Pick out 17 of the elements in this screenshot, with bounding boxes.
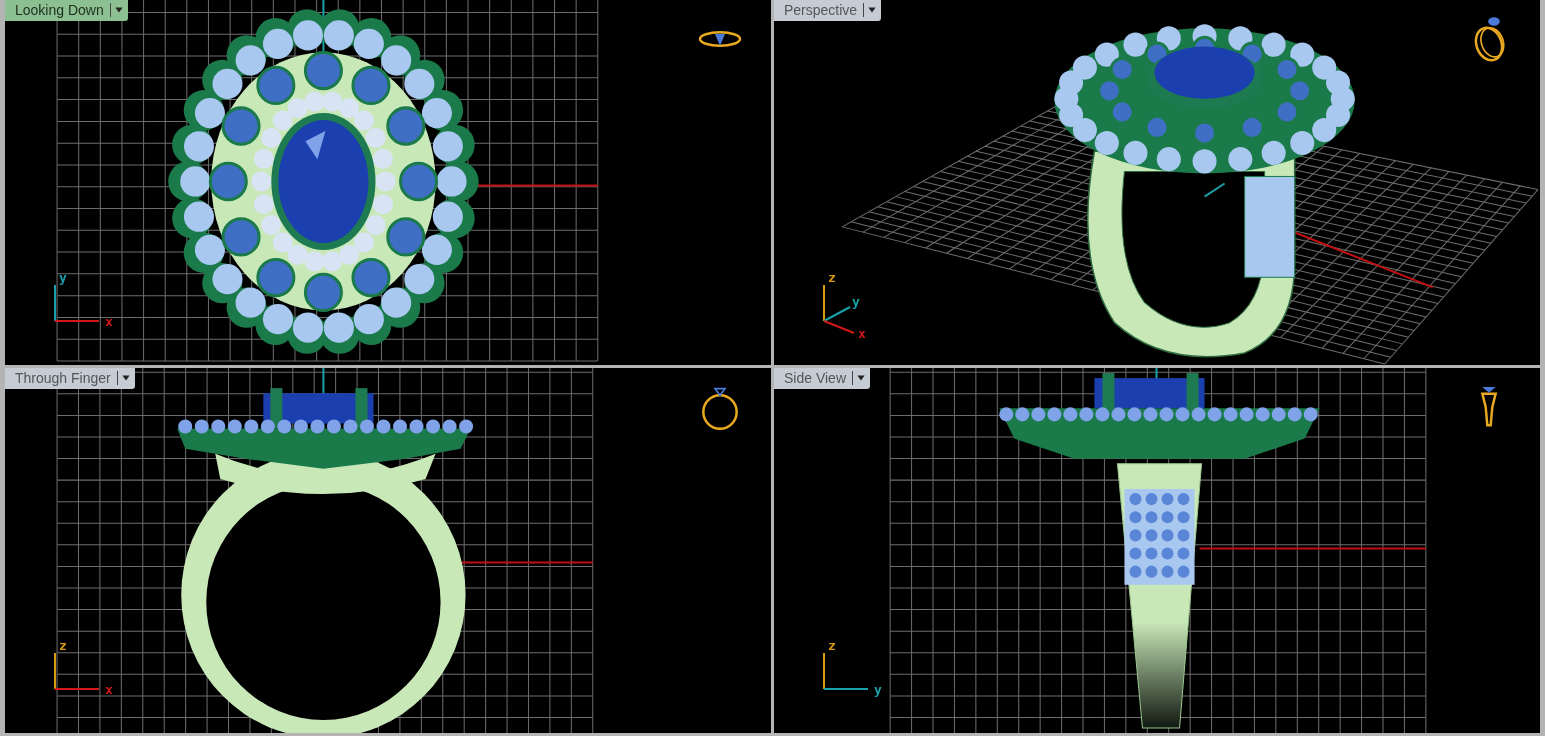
viewport-tab[interactable]: Through Finger (5, 368, 135, 389)
axis-label: y (852, 295, 860, 309)
axis-label: z (828, 639, 836, 653)
axis-label: x (105, 315, 113, 329)
viewport[interactable]: Side View z y (774, 368, 1540, 733)
viewport[interactable]: Perspective z y x (774, 0, 1540, 365)
viewport-tab[interactable]: Side View (774, 368, 870, 389)
axis-label: x (105, 683, 113, 697)
viewport-tab[interactable]: Perspective (774, 0, 882, 21)
axis-label: z (828, 271, 836, 285)
axis-label: y (874, 683, 882, 697)
axis-label: y (59, 271, 67, 285)
viewport-tab[interactable]: Looking Down (5, 0, 128, 21)
viewport[interactable]: Looking Down y x (5, 0, 771, 365)
axis-label: z (59, 639, 67, 653)
axis-label: x (858, 327, 866, 341)
viewport[interactable]: Through Finger z x (5, 368, 771, 733)
